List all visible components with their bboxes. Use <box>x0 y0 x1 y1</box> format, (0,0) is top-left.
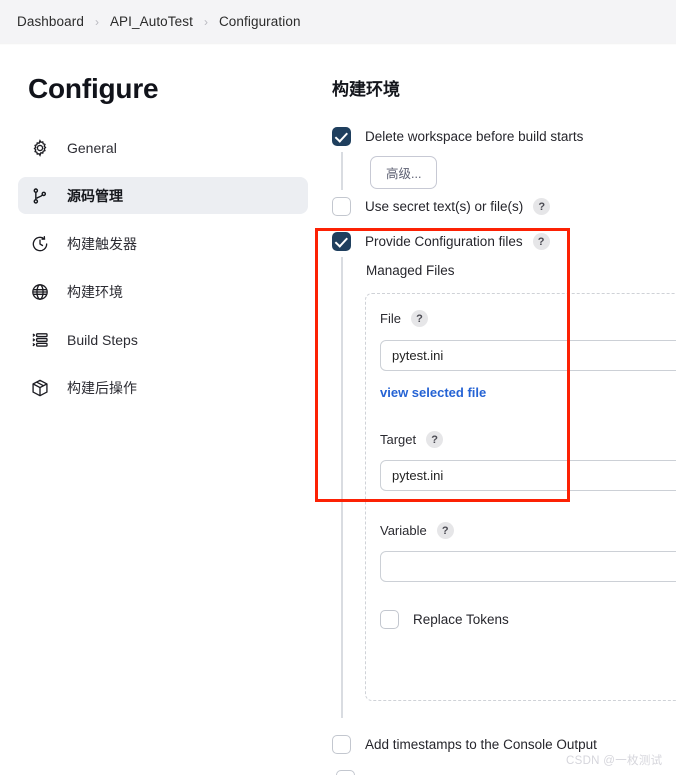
sidebar-item-label: General <box>67 139 117 156</box>
sidebar-item-post-build-actions[interactable]: 构建后操作 <box>18 369 308 406</box>
package-icon <box>30 378 50 398</box>
sidebar-item-build-steps[interactable]: Build Steps <box>18 321 308 358</box>
top-bar: Dashboard › API_AutoTest › Configuration <box>0 0 676 43</box>
managed-files-heading: Managed Files <box>366 263 455 278</box>
globe-icon <box>30 282 50 302</box>
provide-config-label: Provide Configuration files <box>365 234 523 249</box>
sidebar: Configure General 源码管理 构建触发器 构建环境 Build … <box>0 45 318 775</box>
breadcrumb-separator-icon: › <box>94 14 99 29</box>
clipped-bottom-row <box>336 770 355 775</box>
view-selected-file-link[interactable]: view selected file <box>380 385 486 400</box>
help-icon[interactable]: ? <box>410 310 428 327</box>
add-timestamps-row: Add timestamps to the Console Output <box>332 735 597 754</box>
sidebar-item-label: 构建触发器 <box>67 235 137 252</box>
sidebar-item-label: 构建后操作 <box>67 379 137 396</box>
sidebar-item-general[interactable]: General <box>18 129 308 166</box>
clock-icon <box>30 234 50 254</box>
clipped-row-checkbox[interactable] <box>336 770 355 775</box>
provide-config-checkbox[interactable] <box>332 232 351 251</box>
file-label: File <box>380 311 401 326</box>
use-secret-checkbox[interactable] <box>332 197 351 216</box>
watermark: CSDN @一枚测试 <box>566 755 663 767</box>
variable-input[interactable] <box>380 551 676 582</box>
sidebar-item-label: 源码管理 <box>67 187 123 204</box>
sidebar-item-build-environment[interactable]: 构建环境 <box>18 273 308 310</box>
delete-workspace-row: Delete workspace before build starts <box>332 127 583 146</box>
section-title: 构建环境 <box>332 80 400 99</box>
breadcrumb-item-dashboard[interactable]: Dashboard <box>17 14 84 29</box>
variable-label-row: Variable ? <box>380 522 454 539</box>
app-root: Dashboard › API_AutoTest › Configuration… <box>0 0 676 775</box>
sidebar-item-build-triggers[interactable]: 构建触发器 <box>18 225 308 262</box>
breadcrumb-item-configuration[interactable]: Configuration <box>219 14 301 29</box>
breadcrumb-item-project[interactable]: API_AutoTest <box>110 14 193 29</box>
help-icon[interactable]: ? <box>532 233 550 250</box>
breadcrumb-separator-icon: › <box>203 14 208 29</box>
sidebar-item-label: 构建环境 <box>67 283 123 300</box>
add-timestamps-label: Add timestamps to the Console Output <box>365 737 597 752</box>
file-input[interactable] <box>380 340 676 371</box>
help-icon[interactable]: ? <box>426 431 444 448</box>
variable-label: Variable <box>380 523 427 538</box>
sidebar-item-label: Build Steps <box>67 331 138 348</box>
main-panel: 构建环境 Delete workspace before build start… <box>318 45 676 775</box>
advanced-button[interactable]: 高级... <box>370 156 438 189</box>
breadcrumb: Dashboard › API_AutoTest › Configuration <box>0 14 301 29</box>
use-secret-label: Use secret text(s) or file(s) <box>365 199 524 214</box>
provide-config-row: Provide Configuration files ? <box>332 232 550 251</box>
page-title: Configure <box>28 73 159 104</box>
help-icon[interactable]: ? <box>436 522 454 539</box>
help-icon[interactable]: ? <box>533 198 551 215</box>
advanced-guide-line <box>341 152 343 190</box>
sidebar-item-source-control[interactable]: 源码管理 <box>18 177 308 214</box>
target-label-row: Target ? <box>380 431 444 448</box>
replace-tokens-row: Replace Tokens <box>380 610 509 629</box>
provide-config-guide-line <box>341 257 343 718</box>
delete-workspace-checkbox[interactable] <box>332 127 351 146</box>
replace-tokens-checkbox[interactable] <box>380 610 399 629</box>
gear-icon <box>30 138 50 158</box>
replace-tokens-label: Replace Tokens <box>413 612 509 627</box>
add-timestamps-checkbox[interactable] <box>332 735 351 754</box>
use-secret-row: Use secret text(s) or file(s) ? <box>332 197 551 216</box>
target-label: Target <box>380 432 417 447</box>
list-icon <box>30 330 50 350</box>
target-input[interactable] <box>380 460 676 491</box>
file-label-row: File ? <box>380 310 428 327</box>
git-branch-icon <box>30 186 50 206</box>
delete-workspace-label: Delete workspace before build starts <box>365 129 584 144</box>
sidebar-nav: General 源码管理 构建触发器 构建环境 Build Steps 构建后操… <box>18 129 308 417</box>
